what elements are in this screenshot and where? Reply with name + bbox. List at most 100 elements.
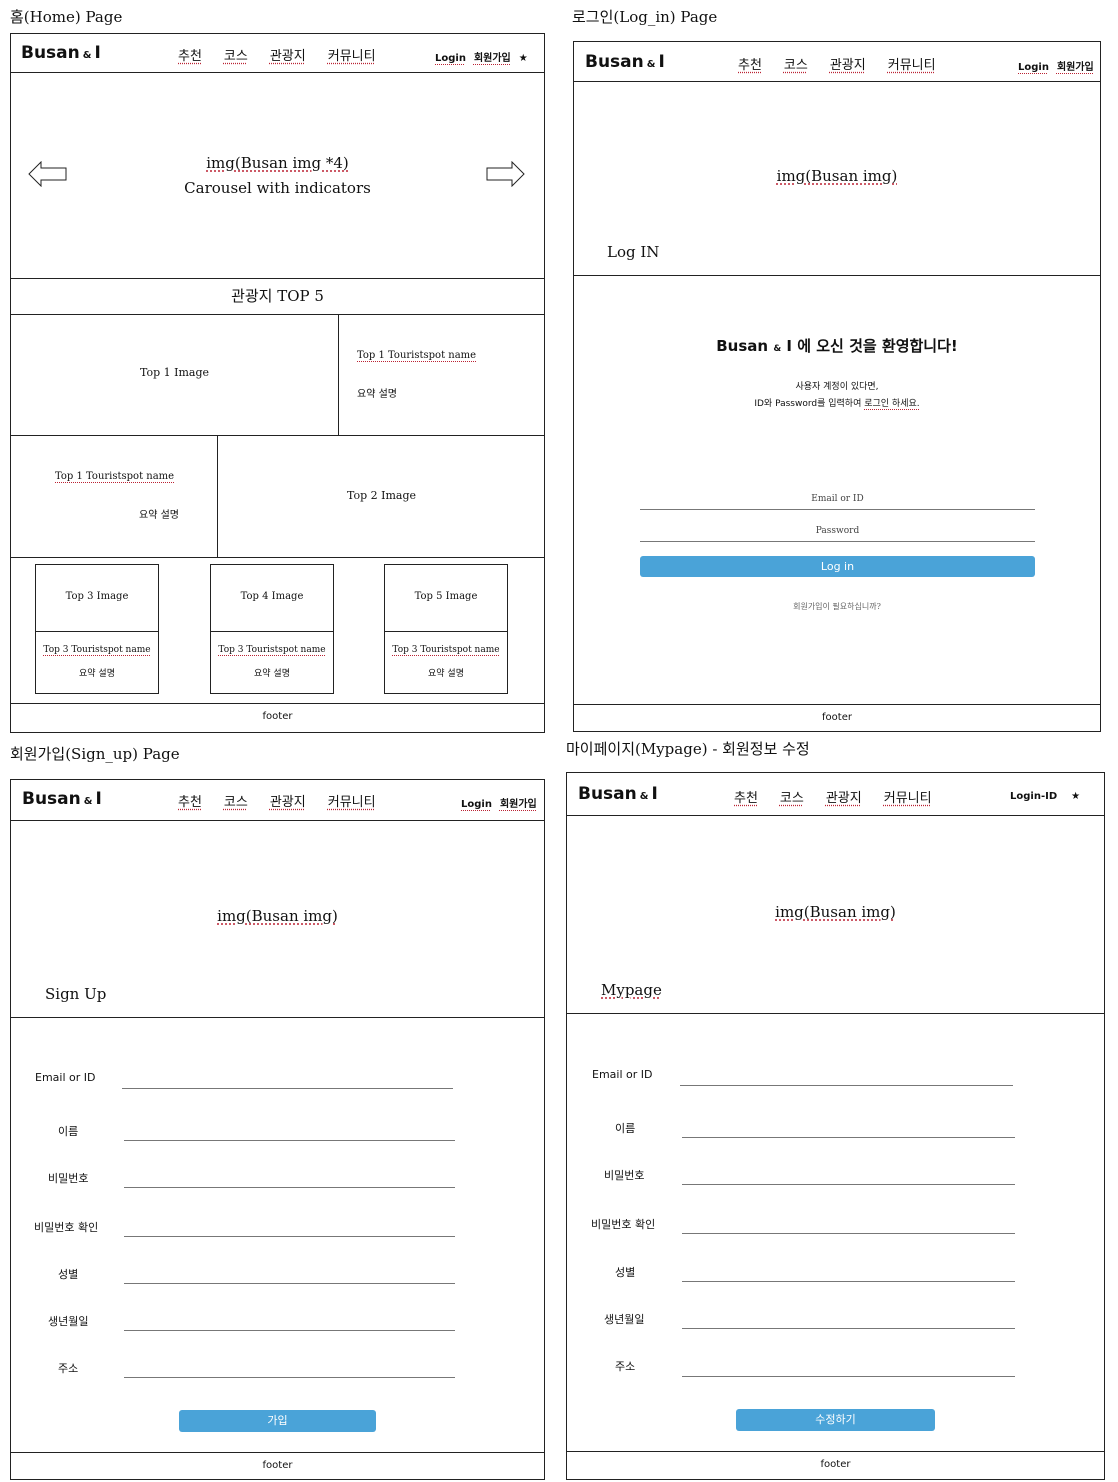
nav-community[interactable]: 커뮤니티 <box>884 791 932 806</box>
signup-page-caption: 회원가입(Sign_up) Page <box>10 745 180 763</box>
nav-tourist-spots[interactable]: 관광지 <box>270 49 306 64</box>
password-input[interactable]: Password <box>640 526 1035 536</box>
nav-recommend[interactable]: 추천 <box>178 49 202 64</box>
top2-desc: 요약 설명 <box>139 510 179 521</box>
name-input[interactable] <box>682 1137 1015 1138</box>
nav-tourist-spots[interactable]: 관광지 <box>826 791 862 806</box>
top5-title: 관광지 TOP 5 <box>231 287 324 305</box>
login-page-caption: 로그인(Log_in) Page <box>572 8 718 26</box>
top2-name[interactable]: Top 1 Touristspot name <box>55 471 174 482</box>
field-label-address: 주소 <box>58 1362 79 1375</box>
nav-recommend[interactable]: 추천 <box>178 795 202 810</box>
nav-course[interactable]: 코스 <box>224 795 248 810</box>
top3-desc: 요약 설명 <box>79 669 115 679</box>
top1-image[interactable]: Top 1 Image <box>11 366 338 379</box>
nav-community[interactable]: 커뮤니티 <box>328 795 376 810</box>
nav-recommend[interactable]: 추천 <box>734 791 758 806</box>
update-profile-button[interactable]: 수정하기 <box>736 1409 935 1431</box>
nav-community[interactable]: 커뮤니티 <box>328 49 376 64</box>
header-divider <box>567 815 1104 816</box>
field-label-birthdate: 생년월일 <box>604 1313 645 1326</box>
top2-image[interactable]: Top 2 Image <box>217 489 546 502</box>
favorite-star-icon[interactable]: ★ <box>519 53 528 64</box>
brand-logo[interactable]: Busan & I <box>578 784 658 804</box>
main-nav: 추천 코스 관광지 커뮤니티 <box>178 791 398 810</box>
password-confirm-input[interactable] <box>124 1236 455 1237</box>
row1-divider <box>338 314 339 435</box>
login-link[interactable]: Login <box>1018 62 1049 73</box>
signup-link[interactable]: 회원가입 <box>1057 62 1094 73</box>
home-page-caption: 홈(Home) Page <box>10 8 123 26</box>
nav-course[interactable]: 코스 <box>784 58 808 73</box>
signup-link[interactable]: 회원가입 <box>474 53 511 64</box>
field-label-gender: 성별 <box>58 1268 79 1281</box>
favorite-star-icon[interactable]: ★ <box>1071 791 1080 802</box>
welcome-sub2: ID와 Password를 입력하여 로그인 하세요. <box>754 399 920 409</box>
address-input[interactable] <box>682 1376 1015 1377</box>
top5-name: Top 3 Touristspot name <box>392 645 500 655</box>
hero-divider <box>567 1013 1104 1014</box>
signup-prompt-link[interactable]: 회원가입이 필요하십니까? <box>574 601 1100 612</box>
email-input[interactable] <box>680 1085 1013 1086</box>
mypage-caption: 마이페이지(Mypage) - 회원정보 수정 <box>566 740 810 758</box>
nav-course[interactable]: 코스 <box>780 791 804 806</box>
nav-recommend[interactable]: 추천 <box>738 58 762 73</box>
auth-links: Login-ID ★ <box>1002 791 1080 802</box>
mypage-wireframe: Busan & I 추천 코스 관광지 커뮤니티 Login-ID ★ img(Busan … <box>566 772 1105 1480</box>
login-footer: footer <box>822 712 852 723</box>
main-nav: 추천 코스 관광지 커뮤니티 <box>738 54 958 73</box>
field-label-email: Email or ID <box>592 1068 653 1081</box>
signup-wireframe: Busan & I 추천 코스 관광지 커뮤니티 Login 회원가입 img(Busan … <box>10 779 545 1480</box>
carousel-divider <box>11 278 544 279</box>
password-input[interactable] <box>682 1184 1015 1185</box>
brand-logo[interactable]: Busan & I <box>22 789 102 809</box>
mypage-footer: footer <box>820 1459 851 1470</box>
main-nav: 추천 코스 관광지 커뮤니티 <box>734 787 954 806</box>
carousel-image-placeholder: img(Busan img *4) <box>206 154 349 172</box>
login-page-title: Log IN <box>607 243 660 261</box>
carousel-caption: Carousel with indicators <box>184 179 371 197</box>
brand-logo[interactable]: Busan & I <box>585 52 665 72</box>
hero-divider <box>11 1017 544 1018</box>
header-divider <box>11 820 544 821</box>
top1-desc: 요약 설명 <box>357 389 397 400</box>
welcome-sub1: 사용자 계정이 있다면, <box>795 382 879 392</box>
name-input[interactable] <box>124 1140 455 1141</box>
gender-input[interactable] <box>682 1281 1015 1282</box>
top5-card[interactable]: Top 5 Image Top 3 Touristspot name 요약 설명 <box>384 564 508 694</box>
nav-community[interactable]: 커뮤니티 <box>888 58 936 73</box>
nav-tourist-spots[interactable]: 관광지 <box>270 795 306 810</box>
login-link[interactable]: Login <box>435 53 466 64</box>
email-input[interactable]: Email or ID <box>640 494 1035 504</box>
login-link[interactable]: Login <box>461 799 492 810</box>
nav-tourist-spots[interactable]: 관광지 <box>830 58 866 73</box>
signup-submit-button[interactable]: 가입 <box>179 1410 376 1432</box>
signup-link[interactable]: 회원가입 <box>500 799 537 810</box>
card-divider <box>36 631 158 632</box>
row1-bottom <box>11 435 544 436</box>
password-input-underline <box>640 541 1035 542</box>
gender-input[interactable] <box>124 1283 455 1284</box>
birthdate-input[interactable] <box>124 1330 455 1331</box>
top1-name[interactable]: Top 1 Touristspot name <box>357 350 476 361</box>
birthdate-input[interactable] <box>682 1328 1015 1329</box>
nav-course[interactable]: 코스 <box>224 49 248 64</box>
email-input[interactable] <box>122 1088 453 1089</box>
main-nav: 추천 코스 관광지 커뮤니티 <box>178 45 398 64</box>
top5-image: Top 5 Image <box>414 591 478 602</box>
top4-card[interactable]: Top 4 Image Top 3 Touristspot name 요약 설명 <box>210 564 334 694</box>
footer-divider <box>574 704 1100 705</box>
top3-card[interactable]: Top 3 Image Top 3 Touristspot name 요약 설명 <box>35 564 159 694</box>
login-button[interactable]: Log in <box>640 556 1035 577</box>
login-id-link[interactable]: Login-ID <box>1010 791 1057 802</box>
login-hero-image: img(Busan img) <box>776 167 898 185</box>
mypage-hero-image: img(Busan img) <box>775 903 896 921</box>
brand-logo[interactable]: Busan & I <box>21 43 101 63</box>
top5-desc: 요약 설명 <box>428 669 464 679</box>
auth-links: Login 회원가입 ★ <box>427 49 528 64</box>
password-confirm-input[interactable] <box>682 1233 1015 1234</box>
address-input[interactable] <box>124 1377 455 1378</box>
footer-divider <box>11 1452 544 1453</box>
signup-hero-image: img(Busan img) <box>217 907 338 925</box>
password-input[interactable] <box>124 1187 455 1188</box>
